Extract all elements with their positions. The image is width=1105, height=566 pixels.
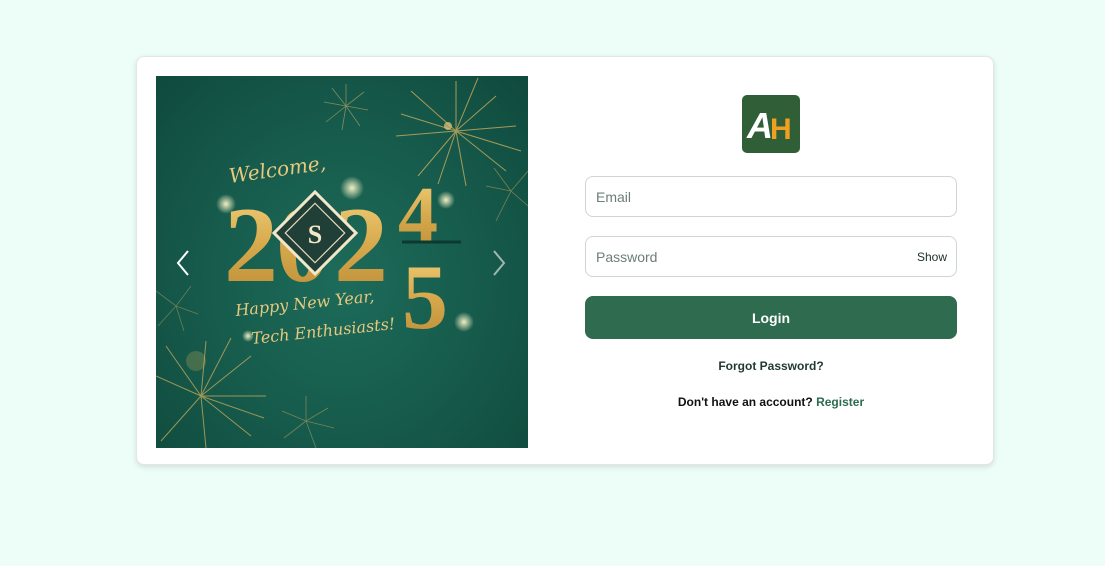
forgot-password-link[interactable]: Forgot Password?: [585, 359, 957, 373]
password-input[interactable]: [586, 237, 896, 276]
app-logo: A H: [742, 95, 800, 153]
logo-letter-a: A: [746, 105, 773, 146]
register-prompt: Don't have an account? Register: [585, 395, 957, 409]
login-card: 2 0 2 4 5 S Welcome, Happy New Year,: [136, 56, 994, 465]
register-link[interactable]: Register: [816, 395, 864, 409]
chevron-left-icon: [176, 250, 189, 276]
logo-letter-h: H: [770, 113, 792, 146]
image-carousel[interactable]: 2 0 2 4 5 S Welcome, Happy New Year,: [156, 76, 528, 448]
slide-welcome-text: Welcome,: [227, 151, 327, 188]
slide-greeting-line2: Tech Enthusiasts!: [250, 314, 396, 348]
login-button[interactable]: Login: [585, 296, 957, 339]
firework-burst: [395, 77, 522, 187]
no-account-text: Don't have an account?: [677, 395, 813, 409]
year-digit-new: 5: [402, 246, 448, 348]
carousel-prev-button[interactable]: [171, 246, 195, 280]
svg-text:S: S: [308, 220, 322, 249]
email-input[interactable]: [586, 177, 896, 216]
chevron-right-icon: [493, 250, 506, 276]
email-field-container: [585, 176, 957, 217]
password-field-container: Show: [585, 236, 957, 277]
carousel-next-button[interactable]: [487, 246, 511, 280]
show-password-toggle[interactable]: Show: [917, 250, 947, 264]
login-panel: A H Show Login Forgot Password? Don't ha…: [585, 57, 957, 466]
new-year-slide-image: 2 0 2 4 5 S Welcome, Happy New Year,: [156, 77, 528, 448]
